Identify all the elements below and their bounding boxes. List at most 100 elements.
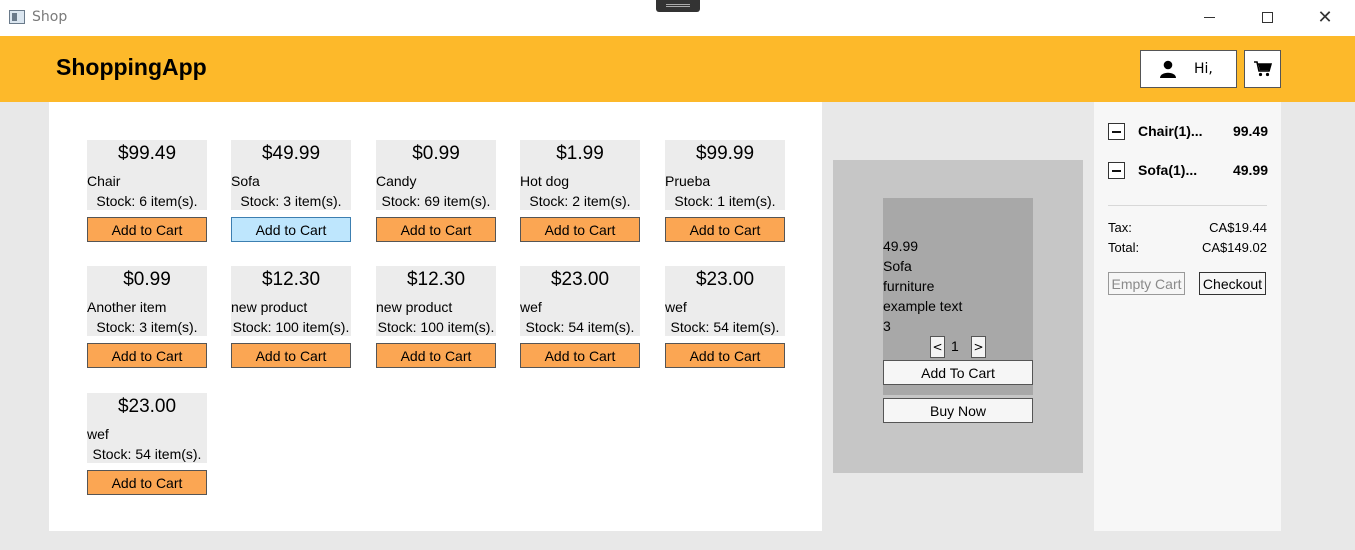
close-button[interactable]: ✕ [1302,0,1348,34]
product-info: $0.99 Candy Stock: 69 item(s). [376,140,496,210]
maximize-button[interactable] [1244,0,1290,34]
product-info: $23.00 wef Stock: 54 item(s). [520,266,640,336]
product-card: $99.99 Prueba Stock: 1 item(s). Add to C… [665,140,785,242]
product-info: $12.30 new product Stock: 100 item(s). [231,266,351,336]
product-card: $99.49 Chair Stock: 6 item(s). Add to Ca… [87,140,207,242]
snap-handle[interactable] [656,0,700,12]
product-info: $23.00 wef Stock: 54 item(s). [87,393,207,463]
product-stock: Stock: 6 item(s). [96,193,198,209]
product-name: new product [231,299,308,315]
user-button[interactable]: Hi, [1140,50,1237,88]
product-card: $12.30 new product Stock: 100 item(s). A… [231,266,351,368]
detail-description: example text [883,298,963,314]
detail-price: 49.99 [883,238,919,254]
remove-item-button[interactable] [1108,162,1125,179]
product-card: $23.00 wef Stock: 54 item(s). Add to Car… [520,266,640,368]
product-name: wef [665,299,687,315]
app-window-icon [9,10,25,24]
product-price: $12.30 [261,269,321,290]
product-stock: Stock: 54 item(s). [670,319,780,335]
total-value: CA$149.02 [1201,240,1267,255]
greeting-label: Hi, [1194,61,1213,77]
total-label: Total: [1108,240,1140,255]
product-stock: Stock: 3 item(s). [240,193,342,209]
product-info: $12.30 new product Stock: 100 item(s). [376,266,496,336]
product-price: $99.49 [117,143,177,164]
cart-item-name: Chair(1)... [1138,123,1203,139]
quantity-increment-button[interactable]: > [971,336,986,358]
product-card: $23.00 wef Stock: 54 item(s). Add to Car… [665,266,785,368]
product-card: $0.99 Another item Stock: 3 item(s). Add… [87,266,207,368]
product-stock: Stock: 2 item(s). [529,193,631,209]
checkout-button[interactable]: Checkout [1199,272,1266,295]
product-stock: Stock: 100 item(s). [377,319,495,335]
product-card: $1.99 Hot dog Stock: 2 item(s). Add to C… [520,140,640,242]
tax-value: CA$19.44 [1209,220,1267,235]
product-card: $12.30 new product Stock: 100 item(s). A… [376,266,496,368]
product-stock: Stock: 1 item(s). [674,193,776,209]
cart-item: Sofa(1)... 49.99 [1108,161,1268,181]
minimize-icon [1203,16,1215,18]
add-to-cart-button[interactable]: Add to Cart [376,217,496,242]
maximize-icon [1261,11,1273,23]
cart-panel: Chair(1)... 99.49 Sofa(1)... 49.99 Tax: … [1094,102,1281,531]
product-price: $12.30 [406,269,466,290]
add-to-cart-button[interactable]: Add to Cart [231,217,351,242]
product-stock: Stock: 100 item(s). [232,319,350,335]
product-price: $99.99 [695,143,755,164]
product-card: $23.00 wef Stock: 54 item(s). Add to Car… [87,393,207,495]
product-info: $49.99 Sofa Stock: 3 item(s). [231,140,351,210]
product-price: $23.00 [550,269,610,290]
product-name: Hot dog [520,173,570,189]
close-icon: ✕ [1317,6,1333,28]
detail-category: furniture [883,278,935,294]
add-to-cart-button[interactable]: Add to Cart [665,217,785,242]
brand-title: ShoppingApp [56,54,207,80]
window-titlebar: Shop ✕ [0,0,1355,36]
minimize-button[interactable] [1186,0,1232,34]
add-to-cart-button[interactable]: Add to Cart [87,470,207,495]
remove-item-button[interactable] [1108,123,1125,140]
product-name: wef [520,299,542,315]
product-detail-panel: 49.99 Sofa furniture example text 3 < 1 … [833,160,1083,473]
minus-icon [1112,170,1121,172]
add-to-cart-button[interactable]: Add to Cart [376,343,496,368]
detail-name: Sofa [883,258,912,274]
product-stock: Stock: 54 item(s). [92,446,202,462]
add-to-cart-button[interactable]: Add to Cart [520,217,640,242]
product-name: Chair [87,173,121,189]
detail-add-to-cart-button[interactable]: Add To Cart [883,360,1033,385]
product-info: $23.00 wef Stock: 54 item(s). [665,266,785,336]
cart-item: Chair(1)... 99.49 [1108,122,1268,142]
product-name: wef [87,426,109,442]
detail-stock: 3 [883,318,891,334]
product-card: $49.99 Sofa Stock: 3 item(s). Add to Car… [231,140,351,242]
add-to-cart-button[interactable]: Add to Cart [87,217,207,242]
product-name: Sofa [231,173,260,189]
cart-button[interactable] [1244,50,1281,88]
buy-now-button[interactable]: Buy Now [883,398,1033,423]
quantity-decrement-button[interactable]: < [930,336,945,358]
minus-icon [1112,131,1121,133]
user-icon [1160,60,1176,78]
product-price: $0.99 [412,143,460,164]
product-grid: $99.49 Chair Stock: 6 item(s). Add to Ca… [49,102,822,531]
tax-label: Tax: [1108,220,1132,235]
add-to-cart-button[interactable]: Add to Cart [87,343,207,368]
product-name: Candy [376,173,417,189]
product-info: $1.99 Hot dog Stock: 2 item(s). [520,140,640,210]
product-price: $49.99 [261,143,321,164]
cart-item-price: 49.99 [1232,162,1268,178]
window-title: Shop [32,9,68,25]
add-to-cart-button[interactable]: Add to Cart [665,343,785,368]
add-to-cart-button[interactable]: Add to Cart [231,343,351,368]
product-info: $0.99 Another item Stock: 3 item(s). [87,266,207,336]
product-card: $0.99 Candy Stock: 69 item(s). Add to Ca… [376,140,496,242]
cart-icon [1253,61,1272,77]
add-to-cart-button[interactable]: Add to Cart [520,343,640,368]
product-info: $99.99 Prueba Stock: 1 item(s). [665,140,785,210]
product-name: Another item [87,299,167,315]
empty-cart-button[interactable]: Empty Cart [1108,272,1185,295]
product-name: Prueba [665,173,711,189]
cart-divider [1108,205,1267,206]
